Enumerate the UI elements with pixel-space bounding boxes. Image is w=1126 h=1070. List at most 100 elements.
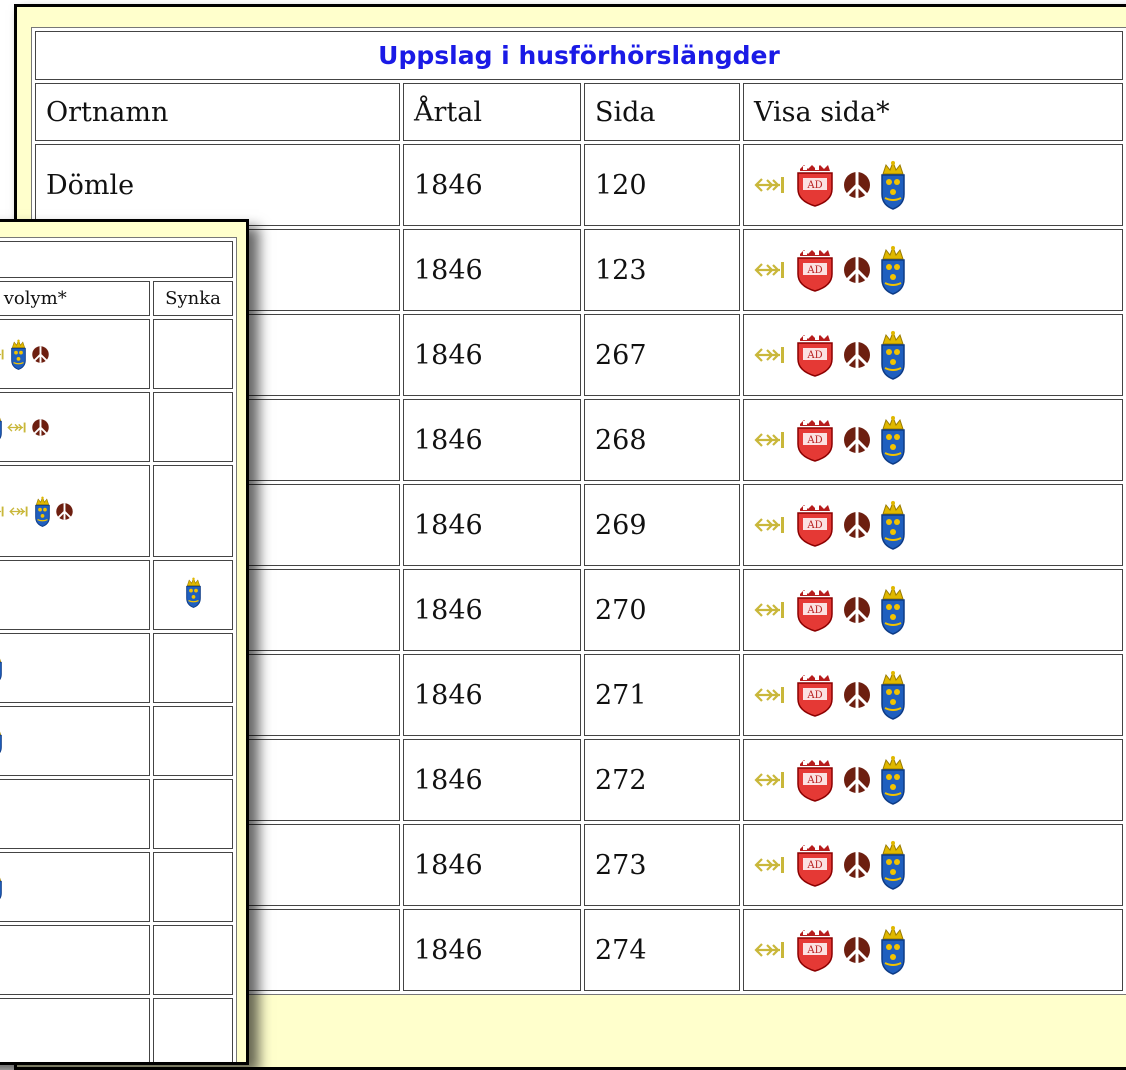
synka-cell <box>153 465 233 557</box>
visa-sida-cell: AD <box>743 824 1123 906</box>
svar-emblem-icon[interactable] <box>842 340 872 370</box>
visa-volym-cell: AD <box>0 392 150 462</box>
arkiv-digital-shield-icon[interactable]: AD <box>794 163 836 207</box>
artal-cell: 1846 <box>403 909 581 991</box>
riksarkivet-crest-icon[interactable] <box>878 160 908 210</box>
arkiv-digital-shield-icon[interactable]: AD <box>794 673 836 717</box>
arkiv-digital-arrow-icon[interactable] <box>0 504 6 519</box>
arkiv-digital-arrow-icon[interactable] <box>7 420 28 435</box>
sida-cell: 120 <box>584 144 740 226</box>
volume-links <box>0 586 145 605</box>
svar-emblem-icon[interactable] <box>842 510 872 540</box>
arkiv-digital-arrow-icon[interactable] <box>754 513 788 537</box>
arkiv-digital-shield-icon[interactable]: AD <box>794 418 836 462</box>
visa-sida-cell: AD <box>743 484 1123 566</box>
arkiv-digital-arrow-icon[interactable] <box>754 173 788 197</box>
svg-text:AD: AD <box>806 435 822 446</box>
arkiv-digital-shield-icon[interactable]: AD <box>794 758 836 802</box>
riksarkivet-crest-icon[interactable] <box>33 495 52 527</box>
volume-links: AD <box>0 947 145 974</box>
volume-title-cell <box>0 241 233 278</box>
riksarkivet-crest-icon[interactable] <box>878 245 908 295</box>
arkiv-digital-arrow-icon[interactable] <box>754 598 788 622</box>
visa-sida-cell: AD <box>743 144 1123 226</box>
volume-panel: sa volym* Synka AD AD <box>0 219 249 1065</box>
volume-links: AD <box>0 495 145 527</box>
riksarkivet-crest-icon[interactable] <box>878 585 908 635</box>
arkiv-digital-arrow-icon[interactable] <box>754 683 788 707</box>
svar-emblem-icon[interactable] <box>842 170 872 200</box>
artal-cell: 1846 <box>403 484 581 566</box>
synka-cell <box>153 925 233 995</box>
arkiv-digital-shield-icon[interactable]: AD <box>794 928 836 972</box>
visa-volym-cell: AD <box>0 779 150 849</box>
riksarkivet-crest-icon[interactable] <box>878 415 908 465</box>
svar-emblem-icon[interactable] <box>55 502 74 521</box>
visa-sida-cell: AD <box>743 229 1123 311</box>
visa-sida-cell: AD <box>743 909 1123 991</box>
arkiv-digital-shield-icon[interactable]: AD <box>794 843 836 887</box>
riksarkivet-crest-icon[interactable] <box>9 338 28 370</box>
riksarkivet-crest-icon[interactable] <box>0 412 4 443</box>
volume-row: AD <box>0 925 233 995</box>
view-links: AD <box>754 755 1112 805</box>
arkiv-digital-shield-icon[interactable]: AD <box>794 588 836 632</box>
artal-cell: 1846 <box>403 569 581 651</box>
arkiv-digital-arrow-icon[interactable] <box>754 768 788 792</box>
svar-emblem-icon[interactable] <box>842 595 872 625</box>
volume-title-row <box>0 241 233 278</box>
riksarkivet-crest-icon[interactable] <box>184 577 203 608</box>
svar-emblem-icon[interactable] <box>842 935 872 965</box>
svg-text:AD: AD <box>806 350 822 361</box>
visa-volym-cell: AD <box>0 706 150 776</box>
visa-volym-cell: AD <box>0 633 150 703</box>
synka-cell <box>153 852 233 922</box>
sida-cell: 269 <box>584 484 740 566</box>
svar-emblem-icon[interactable] <box>842 255 872 285</box>
volume-links: AD <box>0 653 145 684</box>
svar-emblem-icon[interactable] <box>31 418 50 437</box>
riksarkivet-crest-icon[interactable] <box>0 726 4 757</box>
svar-emblem-icon[interactable] <box>842 680 872 710</box>
visa-volym-cell <box>0 998 150 1062</box>
svar-emblem-icon[interactable] <box>842 850 872 880</box>
volume-table: sa volym* Synka AD AD <box>0 237 237 1062</box>
arkiv-digital-arrow-icon[interactable] <box>754 938 788 962</box>
arkiv-digital-arrow-icon[interactable] <box>0 347 6 362</box>
svg-text:AD: AD <box>806 945 822 956</box>
arkiv-digital-shield-icon[interactable]: AD <box>794 248 836 292</box>
svg-text:AD: AD <box>806 605 822 616</box>
riksarkivet-crest-icon[interactable] <box>878 925 908 975</box>
arkiv-digital-shield-icon[interactable]: AD <box>794 503 836 547</box>
sida-cell: 268 <box>584 399 740 481</box>
arkiv-digital-arrow-icon[interactable] <box>754 428 788 452</box>
riksarkivet-crest-icon[interactable] <box>878 330 908 380</box>
artal-cell: 1846 <box>403 739 581 821</box>
arkiv-digital-arrow-icon[interactable] <box>754 343 788 367</box>
arkiv-digital-arrow-icon[interactable] <box>9 504 30 519</box>
arkiv-digital-arrow-icon[interactable] <box>754 853 788 877</box>
table-header-row: Ortnamn Årtal Sida Visa sida* <box>35 83 1123 141</box>
view-links: AD <box>754 415 1112 465</box>
view-links: AD <box>754 925 1112 975</box>
riksarkivet-crest-icon[interactable] <box>878 840 908 890</box>
riksarkivet-crest-icon[interactable] <box>878 755 908 805</box>
svg-text:AD: AD <box>806 860 822 871</box>
svar-emblem-icon[interactable] <box>842 765 872 795</box>
volume-row: AD <box>0 779 233 849</box>
synka-cell <box>153 706 233 776</box>
arkiv-digital-shield-icon[interactable]: AD <box>794 333 836 377</box>
table-title: Uppslag i husförhörslängder <box>35 31 1123 80</box>
riksarkivet-crest-icon[interactable] <box>0 653 4 684</box>
riksarkivet-crest-icon[interactable] <box>878 670 908 720</box>
riksarkivet-crest-icon[interactable] <box>878 500 908 550</box>
arkiv-digital-arrow-icon[interactable] <box>754 258 788 282</box>
visa-sida-cell: AD <box>743 654 1123 736</box>
view-links: AD <box>754 840 1112 890</box>
visa-volym-cell: AD <box>0 465 150 557</box>
sida-cell: 267 <box>584 314 740 396</box>
svar-emblem-icon[interactable] <box>842 425 872 455</box>
header-synka: Synka <box>153 281 233 316</box>
riksarkivet-crest-icon[interactable] <box>0 872 4 903</box>
svar-emblem-icon[interactable] <box>31 345 50 364</box>
